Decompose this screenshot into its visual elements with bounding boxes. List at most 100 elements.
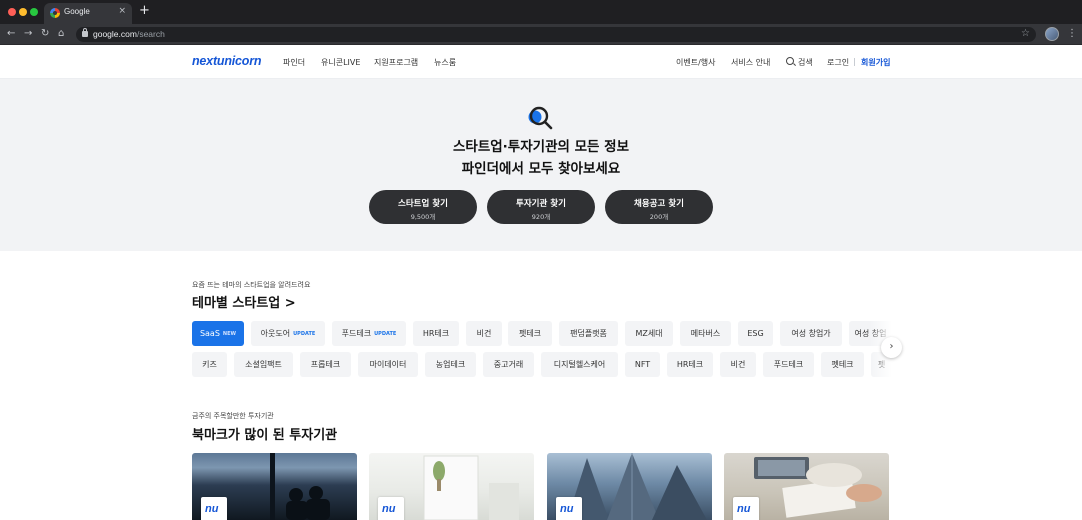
chip-label: 비건 [476,329,492,338]
theme-chip[interactable]: 아웃도어 UPDATE [251,321,325,346]
chip-label: HR테크 [422,329,450,338]
tab-title: Google [64,7,90,16]
theme-chip[interactable]: HR테크 [667,352,713,377]
chip-tag: NEW [222,331,237,337]
profile-avatar-icon[interactable] [1045,27,1059,41]
search-icon[interactable] [786,57,794,65]
nav-newsroom[interactable]: 뉴스룸 [434,57,456,68]
theme-chip[interactable]: 푸드테크 [763,352,814,377]
browser-menu-icon[interactable]: ⋮ [1067,27,1077,41]
chip-label: 메타버스 [690,329,721,338]
button-label: 투자기관 찾기 [516,199,566,209]
close-window-button[interactable] [8,8,16,16]
investor-logo: nu [378,497,404,520]
find-investors-button[interactable]: 투자기관 찾기 920개 [487,190,595,224]
themes-title[interactable]: 테마별 스타트업 > [192,292,296,311]
chip-label: NFT [634,360,651,369]
chip-label: 펫테크 [518,329,542,338]
theme-chip[interactable]: 마이데이터 [358,352,418,377]
chip-label: MZ세대 [635,329,663,338]
new-tab-button[interactable]: + [139,4,150,18]
theme-chip[interactable]: 농업테크 [425,352,476,377]
theme-chip[interactable]: MZ세대 [625,321,673,346]
investor-logo: nu [733,497,759,520]
login-link[interactable]: 로그인 [827,57,849,68]
chip-label: 아웃도어 [260,329,291,338]
theme-chip[interactable]: HR테크 [413,321,459,346]
theme-chip[interactable]: 비건 [720,352,756,377]
logo-text: nu [382,503,396,515]
nav-support-programs[interactable]: 지원프로그램 [374,57,418,68]
chip-label: 푸드테크 [341,329,372,338]
bookmark-star-icon[interactable]: ☆ [1021,28,1030,39]
nextunicorn-logo[interactable]: nextunicorn [192,54,262,68]
chip-label: ESG [747,329,764,338]
address-bar[interactable]: google.com/search ☆ [76,27,1036,42]
investor-card[interactable]: nu [192,453,357,520]
theme-chip[interactable]: SaaS NEW [192,321,244,346]
button-count: 9,500개 [410,213,436,221]
chip-tag: UPDATE [374,331,397,337]
theme-chip[interactable]: 비건 [466,321,502,346]
find-jobs-button[interactable]: 채용공고 찾기 200개 [605,190,713,224]
investor-card[interactable]: nu [369,453,534,520]
chip-label: 디지털헬스케어 [553,360,606,369]
nav-unicorn-live[interactable]: 유니콘LIVE [321,57,360,68]
theme-chip[interactable]: 펫테크 [508,321,552,346]
theme-chip[interactable]: 팬덤플랫폼 [559,321,618,346]
chevron-right-icon[interactable]: › [881,337,902,358]
theme-chip[interactable]: 펫테크 [821,352,864,377]
browser-tabstrip: Google × + [0,0,1082,24]
theme-chip[interactable]: 중고거래 [483,352,534,377]
chip-label: 프롭테크 [310,360,341,369]
header-divider [854,58,855,66]
tab-close-icon[interactable]: × [118,6,126,16]
logo-text: nu [737,503,751,515]
theme-chip[interactable]: 디지털헬스케어 [541,352,618,377]
themes-subtitle: 요즘 뜨는 테마의 스타트업을 알려드려요 [192,281,311,289]
theme-chip[interactable]: 메타버스 [680,321,731,346]
chip-label: 키즈 [202,360,217,369]
theme-chip[interactable]: 키즈 [192,352,227,377]
logo-text: nu [560,503,574,515]
button-count: 920개 [531,213,551,221]
chip-label: 팬덤플랫폼 [570,329,607,338]
hero-title-line1: 스타트업·투자기관의 모든 정보 [453,139,629,155]
url-text[interactable]: google.com/search [93,29,165,39]
browser-toolbar: ← → ↻ ⌂ google.com/search ☆ [0,24,1082,45]
chip-label: 펫테크 [831,360,854,369]
theme-chip[interactable]: NFT [625,352,660,377]
chip-label: 농업테크 [435,360,466,369]
reload-icon[interactable]: ↻ [41,27,49,41]
chip-label: 마이데이터 [369,360,407,369]
chip-label: 소셜임팩트 [245,360,282,369]
browser-tab[interactable]: Google × [44,3,132,24]
forward-icon[interactable]: → [24,27,32,41]
url-host: google.com [93,29,137,39]
nav-finder[interactable]: 파인더 [283,57,305,68]
find-startups-button[interactable]: 스타트업 찾기 9,500개 [369,190,477,224]
investor-card[interactable]: nu [724,453,889,520]
theme-chip[interactable]: 푸드테크 UPDATE [332,321,406,346]
minimize-window-button[interactable] [19,8,27,16]
back-icon[interactable]: ← [7,27,15,41]
home-icon[interactable]: ⌂ [58,27,64,41]
theme-chip[interactable]: 프롭테크 [300,352,351,377]
investors-title: 북마크가 많이 된 투자기관 [192,428,338,443]
nav-service-info[interactable]: 서비스 안내 [731,57,770,68]
theme-chip[interactable]: 여성 창업가 [780,321,842,346]
investors-subtitle: 금주의 주목할만한 투자기관 [192,412,274,420]
nav-events[interactable]: 이벤트/행사 [676,57,716,68]
investor-card[interactable]: nu [547,453,712,520]
url-path: /search [136,29,165,39]
chip-label: SaaS [199,329,220,338]
signup-link[interactable]: 회원가입 [861,57,890,68]
theme-chip[interactable]: 소셜임팩트 [234,352,293,377]
site-header: nextunicorn 파인더 유니콘LIVE 지원프로그램 뉴스룸 이벤트/행… [0,45,1082,79]
hero-section: 스타트업·투자기관의 모든 정보 파인더에서 모두 찾아보세요 스타트업 찾기 … [0,79,1082,251]
theme-chip[interactable]: ESG [738,321,773,346]
investor-logo: nu [556,497,582,520]
maximize-window-button[interactable] [30,8,38,16]
lock-icon[interactable] [82,28,88,37]
nav-search[interactable]: 검색 [798,57,813,68]
